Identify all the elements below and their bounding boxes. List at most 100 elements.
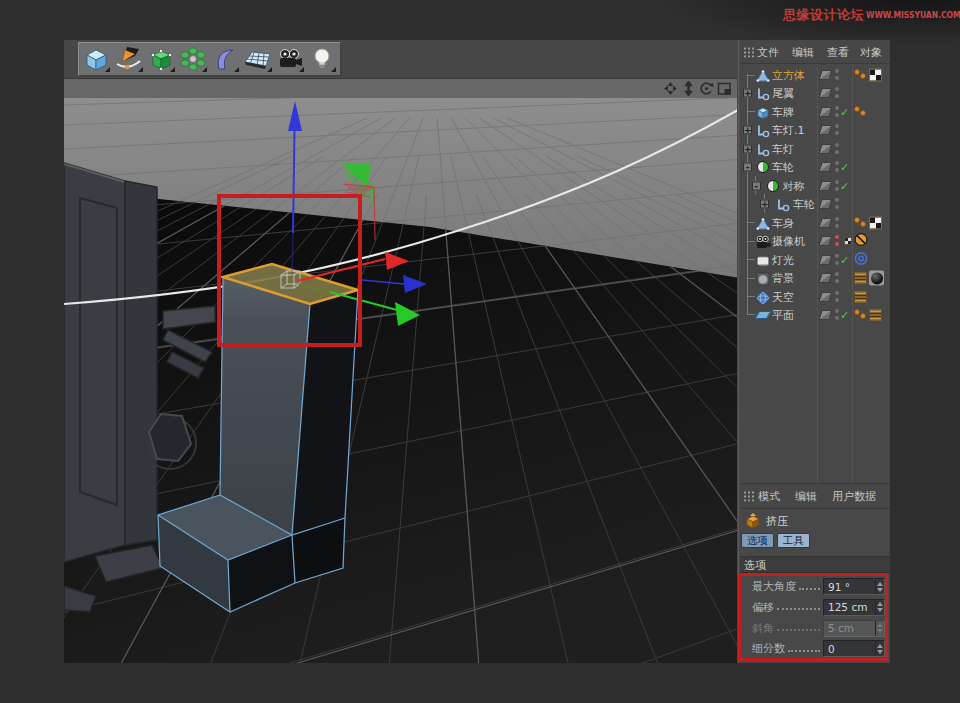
keyframe-icon[interactable] [844, 237, 852, 245]
enabled-check-icon[interactable]: ✓ [840, 179, 849, 192]
material-dots-icon[interactable] [854, 69, 868, 81]
film-tag-icon[interactable] [869, 309, 882, 320]
visibility-dots[interactable] [835, 309, 839, 321]
pan-view-icon[interactable] [663, 81, 678, 96]
light-tool[interactable] [308, 45, 337, 73]
visibility-dots[interactable] [835, 124, 839, 136]
expand-toggle[interactable]: + [743, 144, 752, 153]
object-row-平面[interactable]: 平面 ✓ [740, 305, 893, 324]
object-row-车灯[interactable]: + 车灯 [740, 139, 893, 158]
visibility-layer-icon[interactable] [818, 70, 832, 80]
object-label[interactable]: 对称 [783, 178, 805, 193]
visibility-layer-icon[interactable] [818, 255, 832, 265]
menu-编辑[interactable]: 编辑 [792, 44, 814, 59]
spline-pen-tool[interactable] [114, 45, 143, 73]
object-label[interactable]: 立方体 [772, 68, 805, 83]
expand-toggle[interactable]: + [760, 200, 769, 209]
expand-toggle[interactable]: - [743, 163, 752, 172]
bend-deformer-tool[interactable] [211, 45, 240, 73]
object-label[interactable]: 车牌 [772, 104, 794, 119]
object-label[interactable]: 车轮 [793, 197, 815, 212]
object-row-对称[interactable]: - 对称 ✓ [740, 176, 893, 195]
editable-polygon-tool[interactable] [147, 45, 176, 73]
object-label[interactable]: 车灯 [772, 141, 794, 156]
object-row-灯光[interactable]: 灯光 ✓ [740, 250, 893, 269]
object-row-尾翼[interactable]: + 尾翼 [740, 84, 893, 103]
visibility-layer-icon[interactable] [818, 162, 832, 172]
enabled-check-icon[interactable]: ✓ [840, 308, 849, 321]
checker-tag-icon[interactable] [869, 69, 882, 82]
material-dots-icon[interactable] [854, 309, 868, 321]
visibility-layer-icon[interactable] [818, 218, 832, 228]
checker-tag-icon[interactable] [869, 216, 882, 229]
drag-handle-icon[interactable] [743, 491, 755, 502]
visibility-dots[interactable] [835, 87, 839, 99]
object-row-车牌[interactable]: 车牌 ✓ [740, 102, 893, 121]
visibility-layer-icon[interactable] [818, 199, 832, 209]
visibility-dots[interactable] [835, 106, 839, 118]
enabled-check-icon[interactable]: ✓ [840, 105, 849, 118]
object-label[interactable]: 天空 [772, 289, 794, 304]
enabled-check-icon[interactable]: ✓ [840, 253, 849, 266]
target-tag-icon[interactable] [854, 250, 868, 269]
array-generator-tool[interactable] [179, 45, 208, 73]
object-label[interactable]: 摄像机 [772, 234, 805, 249]
visibility-dots[interactable] [835, 161, 839, 173]
object-row-天空[interactable]: 天空 [740, 287, 893, 306]
attribute-section-options[interactable]: 选项 [740, 556, 890, 573]
menu-编辑[interactable]: 编辑 [795, 489, 817, 504]
visibility-dots[interactable] [835, 217, 839, 229]
object-label[interactable]: 车身 [772, 215, 794, 230]
expand-toggle[interactable]: + [743, 126, 752, 135]
material-dots-icon[interactable] [854, 217, 868, 229]
menu-文件[interactable]: 文件 [757, 44, 779, 59]
expand-toggle[interactable]: - [752, 181, 761, 190]
expand-toggle[interactable]: + [743, 89, 752, 98]
visibility-dots[interactable] [835, 143, 839, 155]
film-tag-icon[interactable] [854, 291, 867, 302]
visibility-layer-icon[interactable] [818, 88, 832, 98]
film-tag-icon[interactable] [854, 273, 867, 284]
tab-选项[interactable]: 选项 [741, 533, 774, 548]
material-ball-icon[interactable] [869, 271, 884, 286]
visibility-dots[interactable] [835, 235, 839, 247]
floor-environment-tool[interactable] [243, 45, 272, 73]
menu-对象[interactable]: 对象 [860, 44, 882, 59]
camera-off-tag-icon[interactable] [854, 232, 868, 251]
camera-tool[interactable] [276, 45, 305, 73]
visibility-layer-icon[interactable] [818, 125, 832, 135]
menu-用户数据[interactable]: 用户数据 [832, 489, 876, 504]
object-label[interactable]: 平面 [772, 307, 794, 322]
rotate-view-icon[interactable] [699, 81, 714, 96]
viewport[interactable] [64, 98, 737, 663]
object-label[interactable]: 车轮 [772, 160, 794, 175]
visibility-dots[interactable] [835, 272, 839, 284]
tab-工具[interactable]: 工具 [777, 533, 810, 548]
dolly-view-icon[interactable] [681, 81, 696, 96]
menu-查看[interactable]: 查看 [827, 44, 849, 59]
material-dots-icon[interactable] [854, 106, 868, 118]
object-row-立方体[interactable]: 立方体 [740, 66, 893, 85]
visibility-dots[interactable] [835, 198, 839, 210]
visibility-layer-icon[interactable] [818, 181, 832, 191]
drag-handle-icon[interactable] [743, 46, 755, 57]
object-label[interactable]: 车灯.1 [772, 123, 805, 138]
visibility-layer-icon[interactable] [818, 236, 832, 246]
cube-primitive-tool[interactable] [82, 45, 111, 73]
visibility-layer-icon[interactable] [818, 292, 832, 302]
object-label[interactable]: 尾翼 [772, 86, 794, 101]
object-row-背景[interactable]: 背景 [740, 269, 893, 288]
enabled-check-icon[interactable]: ✓ [840, 161, 849, 174]
visibility-layer-icon[interactable] [818, 273, 832, 283]
visibility-layer-icon[interactable] [818, 144, 832, 154]
visibility-dots[interactable] [835, 291, 839, 303]
object-row-车身[interactable]: 车身 [740, 213, 893, 232]
toggle-view-view-icon[interactable] [717, 81, 732, 96]
visibility-dots[interactable] [835, 180, 839, 192]
visibility-dots[interactable] [835, 69, 839, 81]
object-label[interactable]: 灯光 [772, 252, 794, 267]
visibility-dots[interactable] [835, 254, 839, 266]
object-row-车轮[interactable]: + 车轮 [740, 195, 893, 214]
object-row-车轮[interactable]: - 车轮 ✓ [740, 158, 893, 177]
object-row-摄像机[interactable]: 摄像机 [740, 232, 893, 251]
